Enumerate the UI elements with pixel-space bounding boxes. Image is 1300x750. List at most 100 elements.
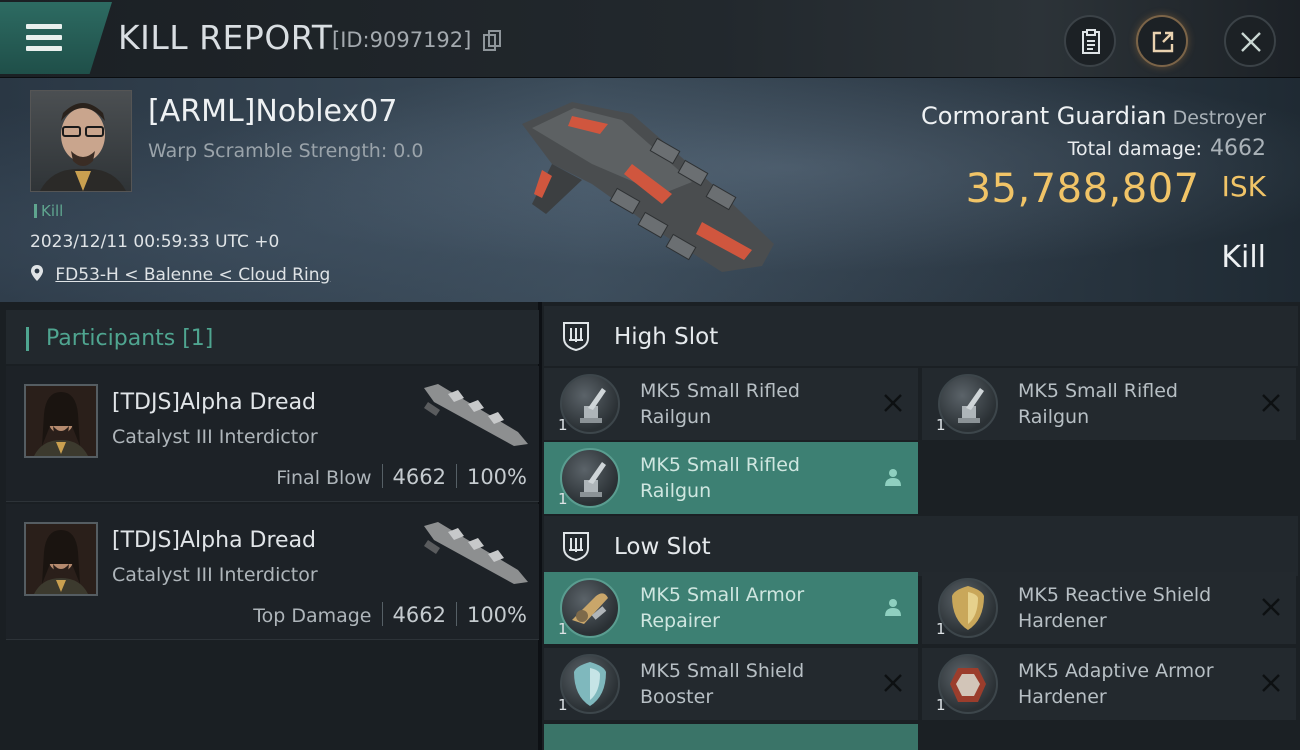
- module-name: MK5 Adaptive Armor Hardener: [1018, 660, 1214, 708]
- clipboard-icon: [1082, 29, 1100, 54]
- module-item[interactable]: 1 MK5 Small Rifled Railgun: [922, 368, 1296, 440]
- isk-unit: ISK: [1221, 170, 1266, 203]
- participant-damage: 4662: [392, 465, 446, 489]
- participant-stats: Top Damage 4662 100%: [253, 602, 527, 627]
- location-text: FD53-H < Balenne < Cloud Ring: [55, 265, 331, 285]
- participant-damage: 4662: [392, 603, 446, 627]
- module-item[interactable]: 1 MK5 Small Rifled Railgun: [544, 368, 918, 440]
- participant-percent: 100%: [466, 465, 527, 489]
- high-slot-header: High Slot: [544, 306, 1298, 366]
- close-icon: [1241, 32, 1261, 52]
- close-button[interactable]: [1224, 15, 1276, 67]
- warp-scramble-strength: Warp Scramble Strength: 0.0: [148, 140, 424, 162]
- x-icon: [1262, 674, 1280, 692]
- shield-booster-icon: [560, 654, 620, 714]
- victim-portrait[interactable]: [30, 90, 132, 192]
- module-quantity: 1: [558, 620, 568, 638]
- participants-title: Participants [1]: [46, 326, 214, 351]
- victim-pilot-name[interactable]: [ARML]Noblex07: [148, 94, 397, 129]
- divider: [381, 602, 383, 626]
- module-name: MK5 Small Rifled Railgun: [640, 454, 800, 502]
- participant-role: Final Blow: [276, 467, 372, 489]
- location-pin-icon: [31, 265, 43, 281]
- module-quantity: 1: [936, 696, 946, 714]
- module-quantity: 1: [558, 416, 568, 434]
- participant-row[interactable]: [TDJS]Alpha Dread Catalyst III Interdict…: [6, 366, 539, 502]
- participant-avatar-icon: [26, 386, 96, 456]
- top-bar: KILL REPORT [ID:9097192]: [0, 0, 1300, 78]
- participant-ship-image: [424, 522, 528, 584]
- kill-location-link[interactable]: FD53-H < Balenne < Cloud Ring: [30, 264, 330, 285]
- railgun-icon: [560, 374, 620, 434]
- x-icon: [884, 674, 902, 692]
- kill-timestamp: 2023/12/11 00:59:33 UTC +0: [30, 232, 280, 252]
- railgun-icon: [938, 374, 998, 434]
- module-name: MK5 Small Rifled Railgun: [1018, 380, 1178, 428]
- kill-result: Kill: [1221, 240, 1266, 275]
- total-damage-value: 4662: [1210, 136, 1266, 161]
- armor-repairer-icon: [560, 578, 620, 638]
- participant-row[interactable]: [TDJS]Alpha Dread Catalyst III Interdict…: [6, 504, 539, 640]
- slot-icon: [563, 532, 589, 562]
- module-item[interactable]: 1 MK5 Reactive Shield Hardener: [922, 572, 1296, 644]
- armor-hardener-icon: [938, 654, 998, 714]
- participant-stats: Final Blow 4662 100%: [276, 464, 527, 489]
- module-item-partial[interactable]: [544, 724, 918, 750]
- share-icon: [1152, 31, 1174, 53]
- divider: [455, 602, 457, 626]
- module-name: MK5 Small Armor Repairer: [640, 584, 805, 632]
- page-title: KILL REPORT: [118, 18, 333, 57]
- x-icon: [1262, 394, 1280, 412]
- participants-panel: Participants [1] [TDJS]Alpha Dread Catal…: [0, 302, 540, 750]
- x-icon: [884, 394, 902, 412]
- fitting-panel: High Slot 1 MK5 Small Rifled Railgun 1 M…: [542, 302, 1300, 750]
- kill-tag: Kill: [34, 202, 63, 220]
- copy-icon[interactable]: [483, 30, 501, 52]
- participant-avatar-icon: [26, 524, 96, 594]
- ship-name-text: Cormorant Guardian: [921, 102, 1167, 130]
- module-item[interactable]: 1 MK5 Small Armor Repairer: [544, 572, 918, 644]
- victim-ship-name[interactable]: Cormorant Guardian Destroyer: [921, 102, 1266, 130]
- module-quantity: 1: [558, 696, 568, 714]
- person-icon: [885, 469, 901, 486]
- header-accent-bar: [26, 327, 29, 351]
- participant-ship: Catalyst III Interdictor: [112, 564, 318, 586]
- ship-class: Destroyer: [1172, 107, 1266, 129]
- participant-ship: Catalyst III Interdictor: [112, 426, 318, 448]
- high-slot-label: High Slot: [614, 324, 719, 350]
- module-item[interactable]: 1 MK5 Adaptive Armor Hardener: [922, 648, 1296, 720]
- participant-avatar[interactable]: [24, 522, 98, 596]
- module-name: MK5 Small Shield Booster: [640, 660, 805, 708]
- divider: [381, 464, 383, 488]
- shield-hardener-icon: [938, 578, 998, 638]
- clipboard-button[interactable]: [1064, 15, 1116, 67]
- divider: [455, 464, 457, 488]
- module-item[interactable]: 1 MK5 Small Rifled Railgun: [544, 442, 918, 514]
- participant-percent: 100%: [466, 603, 527, 627]
- isk-amount: 35,788,807: [965, 166, 1200, 212]
- participant-ship-image: [424, 384, 528, 446]
- participants-header[interactable]: Participants [1]: [6, 310, 539, 364]
- module-quantity: 1: [936, 416, 946, 434]
- participant-name: [TDJS]Alpha Dread: [112, 528, 317, 553]
- participant-avatar[interactable]: [24, 384, 98, 458]
- low-slot-header: Low Slot: [544, 516, 1298, 576]
- total-damage-label: Total damage:: [1067, 138, 1202, 160]
- railgun-icon: [560, 448, 620, 508]
- report-id: [ID:9097192]: [332, 28, 472, 52]
- x-icon: [1262, 598, 1280, 616]
- participant-name: [TDJS]Alpha Dread: [112, 390, 317, 415]
- module-name: MK5 Reactive Shield Hardener: [1018, 584, 1212, 632]
- victim-panel: [ARML]Noblex07 Warp Scramble Strength: 0…: [0, 78, 1300, 302]
- participant-role: Top Damage: [253, 605, 372, 627]
- module-item[interactable]: 1 MK5 Small Shield Booster: [544, 648, 918, 720]
- total-damage: Total damage: 4662: [1068, 136, 1266, 161]
- low-slot-label: Low Slot: [614, 534, 711, 560]
- slot-icon: [563, 322, 589, 352]
- victim-ship-image: [522, 102, 774, 272]
- module-quantity: 1: [936, 620, 946, 638]
- isk-value: 35,788,807 ISK: [966, 166, 1266, 212]
- hamburger-icon[interactable]: [26, 24, 62, 52]
- module-name: MK5 Small Rifled Railgun: [640, 380, 800, 428]
- share-button[interactable]: [1136, 15, 1188, 67]
